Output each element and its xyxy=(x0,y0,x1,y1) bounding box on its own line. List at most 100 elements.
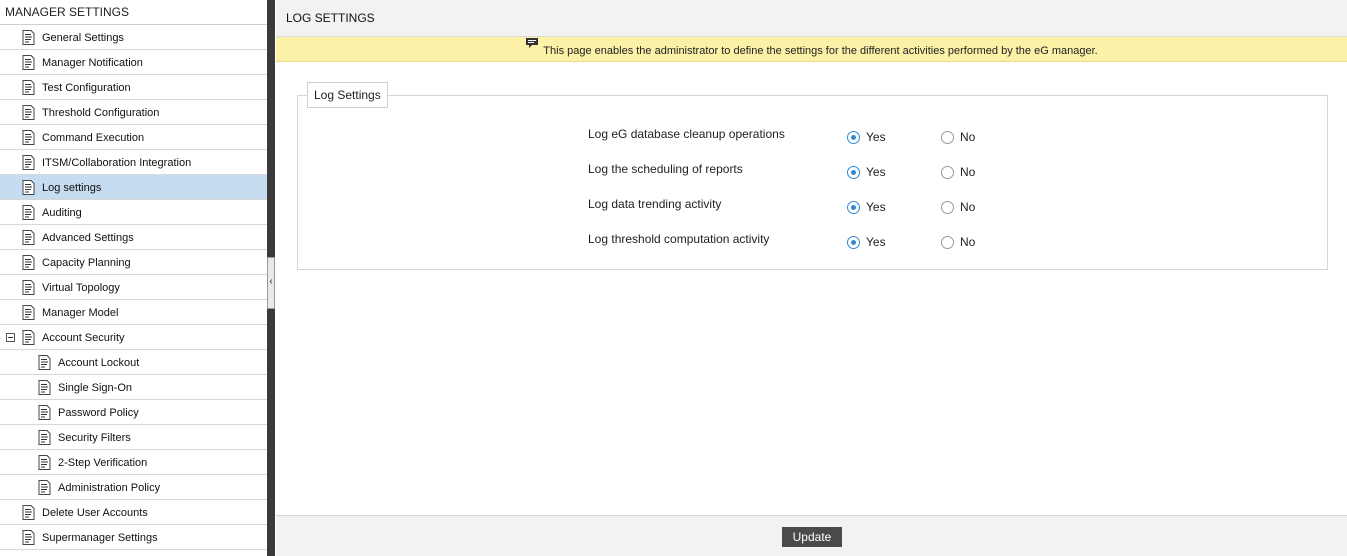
sidebar-item-label: Test Configuration xyxy=(42,82,131,94)
option-question: Log the scheduling of reports xyxy=(588,162,743,176)
sidebar-item-label: Single Sign-On xyxy=(58,382,132,394)
chevron-left-icon: ‹ xyxy=(269,276,273,287)
sidebar-item-auditing[interactable]: Auditing xyxy=(0,200,267,225)
option-question: Log data trending activity xyxy=(588,197,722,211)
sidebar-item-capacity-planning[interactable]: Capacity Planning xyxy=(0,250,267,275)
yes-label: Yes xyxy=(866,130,886,144)
info-banner: This page enables the administrator to d… xyxy=(276,37,1347,62)
yes-label: Yes xyxy=(866,200,886,214)
document-list-icon xyxy=(22,155,35,170)
document-list-icon xyxy=(22,205,35,220)
sidebar-item-command-execution[interactable]: Command Execution xyxy=(0,125,267,150)
no-radio[interactable] xyxy=(941,200,954,214)
sidebar-item-itsm-collaboration-integration[interactable]: ITSM/Collaboration Integration xyxy=(0,150,267,175)
yes-radio-option[interactable]: Yes xyxy=(847,199,886,215)
yes-radio[interactable] xyxy=(847,235,860,249)
sidebar-item-security-filters[interactable]: Security Filters xyxy=(0,425,267,450)
document-list-icon xyxy=(22,130,35,145)
yes-label: Yes xyxy=(866,165,886,179)
sidebar-item-account-lockout[interactable]: Account Lockout xyxy=(0,350,267,375)
sidebar-item-administration-policy[interactable]: Administration Policy xyxy=(0,475,267,500)
sidebar-item-label: Log settings xyxy=(42,182,102,194)
document-list-icon xyxy=(22,530,35,545)
sidebar-item-log-settings[interactable]: Log settings xyxy=(0,175,267,200)
no-label: No xyxy=(960,235,976,249)
option-question: Log threshold computation activity xyxy=(588,232,770,246)
sidebar-item-password-policy[interactable]: Password Policy xyxy=(0,400,267,425)
main-panel: LOG SETTINGS This page enables the admin… xyxy=(276,0,1347,556)
document-list-icon xyxy=(22,280,35,295)
speech-bubble-icon xyxy=(525,32,539,48)
no-radio[interactable] xyxy=(941,165,954,179)
yes-radio[interactable] xyxy=(847,165,860,179)
sidebar: MANAGER SETTINGS General Settings Manager… xyxy=(0,0,267,556)
sidebar-item-label: Command Execution xyxy=(42,132,145,144)
document-list-icon xyxy=(22,305,35,320)
sidebar-item-label: Threshold Configuration xyxy=(42,107,160,119)
no-radio-option[interactable]: No xyxy=(941,199,975,215)
yes-radio-option[interactable]: Yes xyxy=(847,129,886,145)
yes-radio-option[interactable]: Yes xyxy=(847,234,886,250)
yes-radio[interactable] xyxy=(847,200,860,214)
sidebar-item-account-security[interactable]: Account Security xyxy=(0,325,267,350)
document-list-icon xyxy=(38,355,51,370)
collapse-sidebar-handle[interactable]: ‹ xyxy=(267,257,275,309)
no-radio-option[interactable]: No xyxy=(941,164,975,180)
document-list-icon xyxy=(38,430,51,445)
option-row: Log eG database cleanup operations Yes No xyxy=(588,127,1008,147)
sidebar-item-manager-notification[interactable]: Manager Notification xyxy=(0,50,267,75)
sidebar-item-label: Virtual Topology xyxy=(42,282,120,294)
document-list-icon xyxy=(22,330,35,345)
sidebar-item-label: Account Security xyxy=(42,332,125,344)
sidebar-item-label: Manager Model xyxy=(42,307,119,319)
yes-label: Yes xyxy=(866,235,886,249)
option-row: Log threshold computation activity Yes No xyxy=(588,232,1008,252)
sidebar-item-advanced-settings[interactable]: Advanced Settings xyxy=(0,225,267,250)
yes-radio[interactable] xyxy=(847,130,860,144)
no-radio[interactable] xyxy=(941,130,954,144)
sidebar-item-label: Delete User Accounts xyxy=(42,507,148,519)
yes-radio-option[interactable]: Yes xyxy=(847,164,886,180)
no-radio-option[interactable]: No xyxy=(941,234,975,250)
sidebar-item-threshold-configuration[interactable]: Threshold Configuration xyxy=(0,100,267,125)
sidebar-item-label: Account Lockout xyxy=(58,357,140,369)
no-label: No xyxy=(960,200,976,214)
document-list-icon xyxy=(22,505,35,520)
sidebar-item-general-settings[interactable]: General Settings xyxy=(0,25,267,50)
no-label: No xyxy=(960,130,976,144)
section-legend: Log Settings xyxy=(307,82,388,108)
sidebar-item-label: Auditing xyxy=(42,207,82,219)
document-list-icon xyxy=(22,180,35,195)
option-row: Log the scheduling of reports Yes No xyxy=(588,162,1008,182)
no-label: No xyxy=(960,165,976,179)
document-list-icon xyxy=(22,55,35,70)
sidebar-item-label: General Settings xyxy=(42,32,124,44)
sidebar-item-label: Password Policy xyxy=(58,407,139,419)
sidebar-item-manager-model[interactable]: Manager Model xyxy=(0,300,267,325)
sidebar-item-label: Manager Notification xyxy=(42,57,143,69)
sidebar-item-supermanager-settings[interactable]: Supermanager Settings xyxy=(0,525,267,550)
sidebar-item-label: ITSM/Collaboration Integration xyxy=(42,157,192,169)
sidebar-item-delete-user-accounts[interactable]: Delete User Accounts xyxy=(0,500,267,525)
sidebar-nav: General Settings Manager Notification Test… xyxy=(0,25,267,550)
sidebar-item-virtual-topology[interactable]: Virtual Topology xyxy=(0,275,267,300)
sidebar-item-label: Administration Policy xyxy=(58,482,161,494)
document-list-icon xyxy=(38,380,51,395)
collapse-toggle-icon[interactable] xyxy=(6,333,15,342)
sidebar-item-label: Capacity Planning xyxy=(42,257,131,269)
document-list-icon xyxy=(22,255,35,270)
footer-bar: Update xyxy=(276,515,1347,556)
sidebar-title: MANAGER SETTINGS xyxy=(0,0,267,25)
info-text: This page enables the administrator to d… xyxy=(543,45,1098,57)
sidebar-item-test-configuration[interactable]: Test Configuration xyxy=(0,75,267,100)
sidebar-item-label: Advanced Settings xyxy=(42,232,134,244)
update-button[interactable]: Update xyxy=(782,527,842,547)
document-list-icon xyxy=(38,455,51,470)
document-list-icon xyxy=(38,405,51,420)
sidebar-item-2-step-verification[interactable]: 2-Step Verification xyxy=(0,450,267,475)
document-list-icon xyxy=(22,230,35,245)
no-radio-option[interactable]: No xyxy=(941,129,975,145)
sidebar-item-single-sign-on[interactable]: Single Sign-On xyxy=(0,375,267,400)
document-list-icon xyxy=(38,480,51,495)
no-radio[interactable] xyxy=(941,235,954,249)
